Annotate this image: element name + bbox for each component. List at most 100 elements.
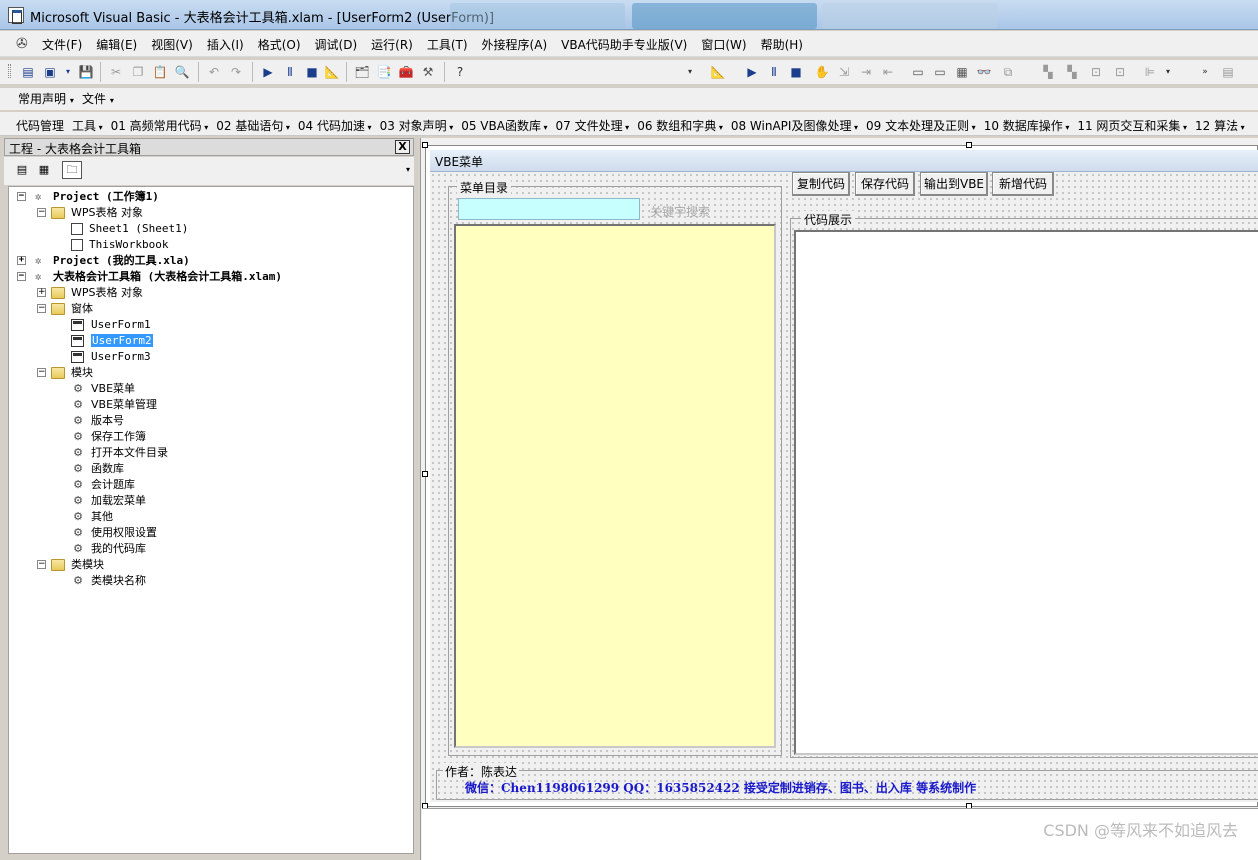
- menu-item-1[interactable]: 编辑(E): [96, 36, 137, 53]
- close-icon[interactable]: X: [395, 140, 410, 154]
- vbe-menu-icon[interactable]: ✇: [16, 36, 34, 52]
- code-category-dropdown-8[interactable]: 06 数组和字典 ▾: [637, 117, 723, 134]
- tree-node-module-8[interactable]: ⚙ 其他: [71, 509, 113, 525]
- step-over-icon[interactable]: ⇥: [858, 64, 874, 80]
- code-category-dropdown-6[interactable]: 05 VBA函数库 ▾: [461, 117, 547, 134]
- toolbar-overflow-icon[interactable]: ▾: [686, 64, 694, 80]
- common-declaration-dropdown[interactable]: 常用声明 ▾: [18, 90, 74, 107]
- toolbar-overflow-icon[interactable]: ▾: [398, 161, 418, 179]
- undo-icon[interactable]: ↶: [206, 64, 222, 80]
- reset-icon[interactable]: ■: [304, 64, 320, 80]
- code-category-dropdown-7[interactable]: 07 文件处理 ▾: [556, 117, 630, 134]
- keyword-search-input[interactable]: [458, 198, 640, 220]
- break-icon-2[interactable]: Ⅱ: [766, 64, 782, 80]
- reset-icon-2[interactable]: ■: [788, 64, 804, 80]
- watch-window-icon[interactable]: ▦: [954, 64, 970, 80]
- tree-node-project1[interactable]: − ✲ Project (工作簿1): [15, 189, 159, 205]
- tree-node-userform3[interactable]: UserForm3: [71, 349, 151, 365]
- menu-item-3[interactable]: 插入(I): [207, 36, 244, 53]
- code-category-dropdown-12[interactable]: 11 网页交互和采集 ▾: [1077, 117, 1187, 134]
- run-icon[interactable]: ▶: [260, 64, 276, 80]
- code-category-dropdown-0[interactable]: 代码管理: [16, 117, 64, 134]
- view-object-icon[interactable]: ▦: [34, 161, 54, 179]
- collapse-icon[interactable]: −: [37, 368, 46, 377]
- tree-node-module-3[interactable]: ⚙ 保存工作簿: [71, 429, 146, 445]
- paste-icon[interactable]: 📋: [152, 64, 168, 80]
- call-stack-icon[interactable]: ⧉: [1000, 64, 1016, 80]
- add-code-button[interactable]: 新增代码: [992, 172, 1054, 196]
- align-icon[interactable]: ⊫: [1142, 64, 1158, 80]
- ungroup-icon[interactable]: ⊡: [1112, 64, 1128, 80]
- insert-userform-icon[interactable]: ▣: [42, 64, 58, 80]
- background-window-tab-1[interactable]: [450, 3, 625, 29]
- object-browser-icon[interactable]: 🧰: [398, 64, 414, 80]
- vba-app-icon[interactable]: [8, 7, 24, 24]
- tree-node-module-6[interactable]: ⚙ 会计题库: [71, 477, 135, 493]
- code-category-dropdown-1[interactable]: 工具 ▾: [72, 117, 103, 134]
- code-category-dropdown-9[interactable]: 08 WinAPI及图像处理 ▾: [731, 117, 858, 134]
- save-code-button[interactable]: 保存代码: [855, 172, 915, 196]
- code-display-textbox[interactable]: [794, 230, 1258, 755]
- tree-node-module-5[interactable]: ⚙ 函数库: [71, 461, 124, 477]
- menu-item-6[interactable]: 运行(R): [371, 36, 413, 53]
- tree-node-module-7[interactable]: ⚙ 加载宏菜单: [71, 493, 146, 509]
- menu-item-10[interactable]: 窗口(W): [701, 36, 746, 53]
- tree-node-sheet1[interactable]: Sheet1 (Sheet1): [71, 221, 188, 237]
- code-category-dropdown-13[interactable]: 12 算法 ▾: [1195, 117, 1245, 134]
- export-to-vbe-button[interactable]: 输出到VBE: [920, 172, 988, 196]
- expand-icon[interactable]: +: [17, 256, 26, 265]
- tree-node-wps-objects-3[interactable]: + WPS表格 对象: [35, 285, 143, 301]
- tree-node-userform2[interactable]: UserForm2: [71, 333, 153, 349]
- copy-icon[interactable]: ❐: [130, 64, 146, 80]
- help-icon[interactable]: ?: [452, 64, 468, 80]
- redo-icon[interactable]: ↷: [228, 64, 244, 80]
- tree-node-class-module-name[interactable]: ⚙ 类模块名称: [71, 573, 146, 589]
- tree-node-module-0[interactable]: ⚙ VBE菜单: [71, 381, 135, 397]
- resize-handle[interactable]: [966, 142, 972, 148]
- tree-node-wps-objects-1[interactable]: − WPS表格 对象: [35, 205, 143, 221]
- design-mode-icon-2[interactable]: 📐: [710, 64, 726, 80]
- tree-node-module-9[interactable]: ⚙ 使用权限设置: [71, 525, 157, 541]
- code-category-dropdown-4[interactable]: 04 代码加速 ▾: [298, 117, 372, 134]
- tree-node-module-4[interactable]: ⚙ 打开本文件目录: [71, 445, 168, 461]
- menu-item-2[interactable]: 视图(V): [151, 36, 193, 53]
- copy-code-button[interactable]: 复制代码: [792, 172, 850, 196]
- code-category-dropdown-2[interactable]: 01 高频常用代码 ▾: [111, 117, 209, 134]
- tree-node-module-10[interactable]: ⚙ 我的代码库: [71, 541, 146, 557]
- find-icon[interactable]: 🔍: [174, 64, 190, 80]
- menu-item-5[interactable]: 调试(D): [315, 36, 358, 53]
- tree-node-class-modules[interactable]: − 类模块: [35, 557, 104, 573]
- tree-node-module-2[interactable]: ⚙ 版本号: [71, 413, 124, 429]
- code-category-dropdown-10[interactable]: 09 文本处理及正则 ▾: [866, 117, 976, 134]
- locals-window-icon[interactable]: ▭: [910, 64, 926, 80]
- edit-toolbar-icon[interactable]: ▤: [1220, 64, 1236, 80]
- tree-node-project3[interactable]: − ✲ 大表格会计工具箱 (大表格会计工具箱.xlam): [15, 269, 282, 285]
- toggle-breakpoint-icon[interactable]: ✋: [814, 64, 830, 80]
- step-out-icon[interactable]: ⇤: [880, 64, 896, 80]
- toggle-folders-icon[interactable]: 🗀: [62, 161, 82, 179]
- group-icon[interactable]: ⊡: [1088, 64, 1104, 80]
- quick-watch-icon[interactable]: 👓: [976, 64, 992, 80]
- tree-node-thisworkbook[interactable]: ThisWorkbook: [71, 237, 168, 253]
- properties-window-icon[interactable]: 📑: [376, 64, 392, 80]
- menu-item-11[interactable]: 帮助(H): [761, 36, 803, 53]
- immediate-window-icon[interactable]: ▭: [932, 64, 948, 80]
- menu-list-box[interactable]: [454, 224, 776, 748]
- collapse-icon[interactable]: −: [17, 272, 26, 281]
- tree-node-modules[interactable]: − 模块: [35, 365, 93, 381]
- expand-icon[interactable]: +: [37, 288, 46, 297]
- design-mode-icon[interactable]: 📐: [324, 64, 340, 80]
- cut-icon[interactable]: ✂: [108, 64, 124, 80]
- save-icon[interactable]: 💾: [78, 64, 94, 80]
- collapse-icon[interactable]: −: [17, 192, 26, 201]
- collapse-icon[interactable]: −: [37, 304, 46, 313]
- background-window-tab-2[interactable]: [632, 3, 817, 29]
- toolbox-icon[interactable]: ⚒: [420, 64, 436, 80]
- background-window-tab-3[interactable]: [822, 3, 997, 29]
- tree-node-userform1[interactable]: UserForm1: [71, 317, 151, 333]
- code-category-dropdown-5[interactable]: 03 对象声明 ▾: [380, 117, 454, 134]
- menu-item-4[interactable]: 格式(O): [258, 36, 301, 53]
- resize-handle[interactable]: [422, 142, 428, 148]
- bring-to-front-icon[interactable]: ▚: [1040, 64, 1056, 80]
- project-explorer-icon[interactable]: 🗂: [354, 64, 370, 80]
